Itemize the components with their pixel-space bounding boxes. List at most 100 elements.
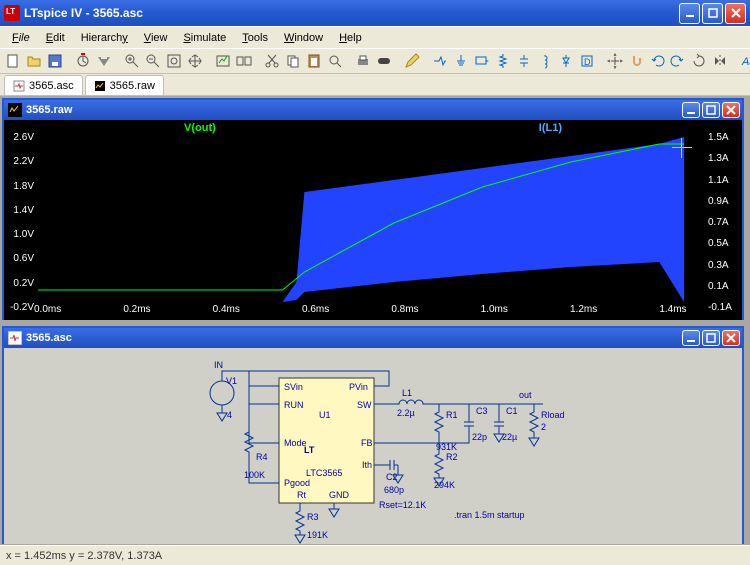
gamepad-icon[interactable]	[375, 51, 393, 71]
move-icon[interactable]	[606, 51, 624, 71]
menu-simulate[interactable]: Simulate	[175, 30, 234, 46]
child-maximize-button[interactable]	[702, 102, 720, 118]
new-icon[interactable]	[4, 51, 22, 71]
pencil-icon[interactable]	[403, 51, 421, 71]
svg-text:Rload: Rload	[541, 410, 565, 420]
menu-help[interactable]: Help	[331, 30, 370, 46]
redo-icon[interactable]	[669, 51, 687, 71]
autorange-icon[interactable]	[214, 51, 232, 71]
schematic-canvas[interactable]: U1 LTC3565 LT SVin RUN Mode Pgood Rt PVi…	[4, 348, 742, 544]
schematic-window: 3565.asc U1 LTC3565 LT SVin RUN Mode Pgo…	[2, 326, 744, 544]
svg-text:R4: R4	[256, 452, 268, 462]
zoom-area-icon[interactable]	[123, 51, 141, 71]
waveform-plot[interactable]: V(out) I(L1) 2.6V2.2V1.8V1.4V1.0V0.6V0.2…	[4, 120, 742, 320]
menu-window[interactable]: Window	[276, 30, 331, 46]
schematic-icon	[13, 80, 25, 92]
svg-text:SVin: SVin	[284, 382, 303, 392]
pick-icon[interactable]	[235, 51, 253, 71]
close-button[interactable]	[725, 3, 746, 24]
svg-text:22p: 22p	[472, 432, 487, 442]
svg-text:D: D	[584, 57, 591, 67]
svg-text:IN: IN	[214, 360, 223, 370]
undo-icon[interactable]	[648, 51, 666, 71]
svg-text:C2: C2	[386, 472, 398, 482]
menu-file[interactable]: File	[4, 30, 38, 46]
cursor-coords: x = 1.452ms y = 2.378V, 1.373A	[6, 550, 162, 562]
schematic-title: 3565.asc	[26, 332, 682, 344]
svg-text:C3: C3	[476, 406, 488, 416]
svg-text:2: 2	[541, 422, 546, 432]
save-icon[interactable]	[46, 51, 64, 71]
menubar: File Edit Hierarchy View Simulate Tools …	[0, 26, 750, 48]
svg-text:Mode: Mode	[284, 438, 307, 448]
waveform-icon	[8, 103, 22, 117]
svg-text:LTC3565: LTC3565	[306, 468, 342, 478]
x-axis[interactable]: 0.0ms0.2ms0.4ms0.6ms0.8ms1.0ms1.2ms1.4ms	[34, 302, 708, 320]
resistor-icon[interactable]	[494, 51, 512, 71]
run-icon[interactable]	[74, 51, 92, 71]
capacitor-icon[interactable]	[515, 51, 533, 71]
tab-label: 3565.raw	[110, 80, 155, 92]
component-icon[interactable]: D	[578, 51, 596, 71]
zoom-fit-icon[interactable]	[165, 51, 183, 71]
menu-hierarchy[interactable]: Hierarchy	[73, 30, 136, 46]
svg-text:L1: L1	[402, 388, 412, 398]
schematic-titlebar[interactable]: 3565.asc	[4, 328, 742, 348]
label-icon[interactable]	[473, 51, 491, 71]
svg-text:Pgood: Pgood	[284, 478, 310, 488]
halt-icon[interactable]	[95, 51, 113, 71]
svg-text:Rset=12.1K: Rset=12.1K	[379, 500, 426, 510]
mdi-workspace: 3565.raw V(out) I(L1) 2.6V2.2V1.8V1.4V1.…	[0, 96, 750, 545]
diode-icon[interactable]	[557, 51, 575, 71]
svg-text:FB: FB	[361, 438, 373, 448]
tab-schematic[interactable]: 3565.asc	[4, 75, 83, 95]
child-close-button[interactable]	[722, 102, 740, 118]
svg-text:U1: U1	[319, 410, 331, 420]
child-close-button[interactable]	[722, 330, 740, 346]
svg-text:C1: C1	[506, 406, 518, 416]
waveform-title: 3565.raw	[26, 104, 682, 116]
pan-icon[interactable]	[186, 51, 204, 71]
svg-text:4: 4	[227, 410, 232, 420]
wire-icon[interactable]	[431, 51, 449, 71]
paste-icon[interactable]	[305, 51, 323, 71]
open-icon[interactable]	[25, 51, 43, 71]
ground-icon[interactable]	[452, 51, 470, 71]
svg-text:191K: 191K	[307, 530, 328, 540]
svg-text:R2: R2	[446, 452, 458, 462]
waveform-icon	[94, 80, 106, 92]
drag-icon[interactable]	[627, 51, 645, 71]
mirror-icon[interactable]	[711, 51, 729, 71]
plot-area[interactable]	[38, 132, 704, 302]
zoom-back-icon[interactable]	[144, 51, 162, 71]
y-axis-left[interactable]: 2.6V2.2V1.8V1.4V1.0V0.6V0.2V-0.2V	[6, 132, 36, 302]
child-minimize-button[interactable]	[682, 102, 700, 118]
child-minimize-button[interactable]	[682, 330, 700, 346]
rotate-icon[interactable]	[690, 51, 708, 71]
svg-text:100K: 100K	[244, 470, 265, 480]
menu-tools[interactable]: Tools	[234, 30, 276, 46]
maximize-button[interactable]	[702, 3, 723, 24]
y-axis-right[interactable]: 1.5A1.3A1.1A0.9A0.7A0.5A0.3A0.1A-0.1A	[706, 132, 740, 302]
child-maximize-button[interactable]	[702, 330, 720, 346]
menu-edit[interactable]: Edit	[38, 30, 73, 46]
svg-text:680p: 680p	[384, 485, 404, 495]
menu-view[interactable]: View	[136, 30, 176, 46]
svg-text:2.2µ: 2.2µ	[397, 408, 415, 418]
svg-text:SW: SW	[357, 400, 372, 410]
svg-text:R1: R1	[446, 410, 458, 420]
print-icon[interactable]	[354, 51, 372, 71]
waveform-titlebar[interactable]: 3565.raw	[4, 100, 742, 120]
cut-icon[interactable]	[263, 51, 281, 71]
copy-icon[interactable]	[284, 51, 302, 71]
cursor-crosshair	[672, 138, 692, 158]
svg-text:.tran 1.5m startup: .tran 1.5m startup	[454, 510, 525, 520]
tab-waveform[interactable]: 3565.raw	[85, 75, 164, 95]
find-icon[interactable]	[326, 51, 344, 71]
text-icon[interactable]: Aa	[739, 51, 750, 71]
statusbar: x = 1.452ms y = 2.378V, 1.373A	[0, 545, 750, 565]
inductor-icon[interactable]	[536, 51, 554, 71]
minimize-button[interactable]	[679, 3, 700, 24]
svg-text:GND: GND	[329, 490, 350, 500]
svg-text:Aa: Aa	[741, 56, 750, 68]
